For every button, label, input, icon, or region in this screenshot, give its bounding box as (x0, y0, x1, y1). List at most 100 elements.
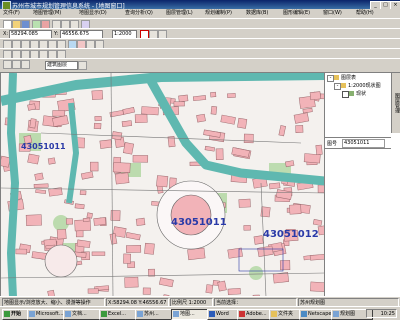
building-footprint (99, 139, 113, 149)
map-canvas[interactable]: 43051011 43051011 43051012 (1, 73, 325, 297)
building-footprint (144, 242, 155, 255)
building-footprint (79, 190, 87, 196)
building-footprint (93, 122, 102, 130)
layer-select[interactable]: 建筑图层 (45, 61, 78, 70)
tree-collapse-icon[interactable]: - (334, 83, 341, 90)
menu-map-display[interactable]: 地图显示(D) (79, 10, 107, 17)
layer-down-icon[interactable] (12, 60, 21, 69)
building-footprint (269, 182, 281, 190)
layer-panel: - 图层表 - 1:2000现状图 现状 图层管理 图号 43051011 (324, 72, 400, 298)
tree-root[interactable]: 图层表 (341, 74, 356, 81)
folder-icon (334, 75, 339, 80)
layer-checkbox[interactable] (342, 91, 349, 98)
building-footprint (52, 110, 66, 117)
building-footprint (227, 287, 241, 296)
building-footprint (56, 228, 67, 240)
building-footprint (94, 115, 102, 122)
building-footprint (112, 162, 131, 173)
tree-item-current[interactable]: 现状 (356, 90, 366, 97)
task-label: 地图... (180, 311, 195, 317)
task-label: Adobe... (246, 311, 267, 317)
map-view[interactable]: 43051011 43051011 43051012 (0, 72, 326, 298)
tab-layer-manage[interactable]: 图层管理 (391, 73, 400, 133)
menu-edit[interactable]: 图形编辑(E) (283, 10, 310, 17)
map-label-sheet-center: 43051011 (171, 217, 227, 228)
menu-query[interactable]: 查询分析(Q) (125, 10, 153, 17)
task-label: Excel... (108, 311, 127, 317)
building-footprint (142, 287, 151, 295)
menu-layer[interactable]: 图层管理(L) (166, 10, 193, 17)
building-footprint (27, 103, 36, 111)
task-label: 规划图 (340, 311, 356, 317)
building-footprint (124, 276, 139, 288)
layer-up-icon[interactable] (3, 60, 12, 69)
building-footprint (210, 91, 217, 98)
building-footprint (141, 106, 159, 116)
building-footprint (310, 281, 325, 293)
building-footprint (122, 142, 135, 155)
building-footprint (135, 217, 146, 227)
building-footprint (309, 91, 321, 101)
building-footprint (238, 198, 251, 208)
menu-help[interactable]: 帮助(H) (356, 10, 374, 17)
chevron-down-icon[interactable] (78, 61, 87, 70)
building-footprint (227, 92, 236, 99)
x-label: X: (3, 31, 9, 37)
building-footprint (132, 155, 149, 163)
building-footprint (279, 260, 291, 271)
building-footprint (87, 288, 99, 294)
building-footprint (173, 101, 185, 107)
building-footprint (15, 248, 28, 255)
building-footprint (205, 284, 214, 294)
building-footprint (217, 280, 227, 292)
building-footprint (178, 94, 189, 103)
building-footprint (29, 118, 37, 129)
tree-item-basemap[interactable]: 1:2000现状图 (348, 82, 381, 89)
building-footprint (123, 253, 131, 264)
building-footprint (295, 125, 304, 133)
building-footprint (47, 157, 56, 165)
building-footprint (227, 247, 243, 259)
building-footprint (243, 225, 251, 231)
building-footprint (134, 114, 148, 124)
taskbar: 开始 Microsoft... 文档... Excel... 苏州... 地图.… (0, 306, 400, 320)
building-footprint (25, 214, 42, 227)
building-footprint (27, 153, 40, 165)
tree-collapse-icon[interactable]: - (327, 75, 334, 82)
task-label: Word (216, 311, 229, 317)
task-label: Microsoft... (36, 311, 64, 317)
menu-bar: 文件(F) 地图管理(M) 地图显示(D) 查询分析(Q) 图层管理(L) 规划… (0, 9, 400, 18)
building-footprint (315, 144, 323, 156)
building-footprint (86, 212, 93, 219)
building-footprint (114, 172, 130, 185)
menu-database[interactable]: 数据库(B) (246, 10, 268, 17)
attribute-row: 图号 43051011 (325, 137, 391, 149)
building-footprint (187, 247, 206, 261)
building-footprint (91, 89, 104, 101)
title-bar: 苏州市城市规划管理信息系统 - [地图窗口] _ □ × (0, 0, 400, 10)
attribute-value[interactable]: 43051011 (342, 139, 385, 148)
building-footprint (126, 245, 142, 253)
building-footprint (90, 161, 99, 172)
task-label: 文件夹 (278, 311, 294, 317)
building-footprint (74, 203, 85, 210)
building-footprint (93, 217, 107, 226)
menu-map-manage[interactable]: 地图管理(M) (33, 10, 61, 17)
layer-icon (349, 91, 354, 96)
task-label: Netscape (308, 311, 332, 317)
map-label-sheet-right: 43051012 (263, 229, 319, 240)
menu-window[interactable]: 窗口(W) (323, 10, 342, 17)
building-footprint (65, 218, 74, 225)
building-footprint (243, 133, 254, 144)
layer-add-icon[interactable] (21, 60, 30, 69)
building-footprint (237, 117, 248, 129)
start-label: 开始 (11, 311, 22, 317)
building-footprint (156, 175, 169, 188)
menu-file[interactable]: 文件(F) (3, 10, 20, 17)
building-footprint (34, 172, 44, 181)
building-footprint (82, 217, 91, 223)
building-footprint (215, 148, 224, 161)
building-footprint (210, 106, 218, 115)
building-footprint (148, 268, 156, 277)
menu-plan[interactable]: 规划编制(P) (205, 10, 232, 17)
